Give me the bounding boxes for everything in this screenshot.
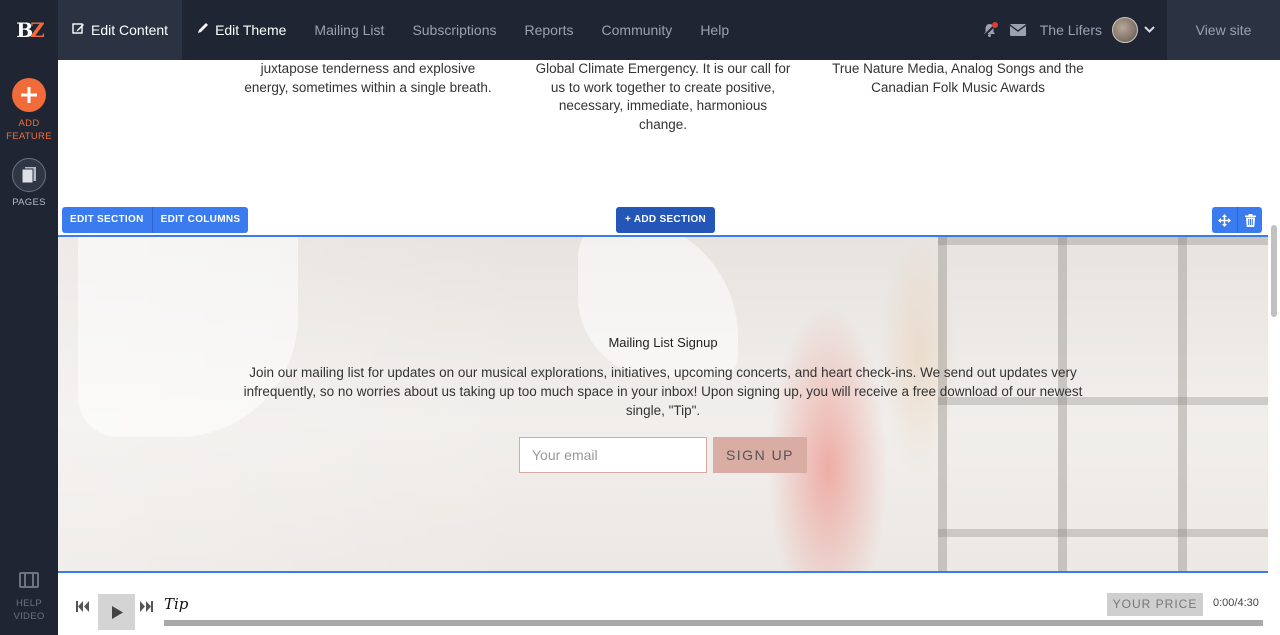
- edit-columns-button[interactable]: EDIT COLUMNS: [151, 207, 249, 233]
- left-sidebar: ADD FEATURE PAGES HELP VIDEO: [0, 60, 58, 635]
- add-feature-button[interactable]: [12, 78, 46, 112]
- audio-player: Tip YOUR PRICE 0:00/4:30: [58, 573, 1268, 635]
- add-feature-label[interactable]: ADD FEATURE: [0, 117, 58, 143]
- film-icon[interactable]: [19, 572, 39, 588]
- track-progress-bar[interactable]: [164, 620, 1263, 626]
- bz-logo[interactable]: BZ: [0, 0, 58, 60]
- column-text-1: juxtapose tenderness and explosive energ…: [244, 61, 492, 95]
- skip-next-icon[interactable]: [140, 600, 153, 615]
- pages-button[interactable]: [12, 158, 46, 192]
- logo-letter-b: B: [16, 18, 33, 42]
- edit-section-button[interactable]: EDIT SECTION: [62, 207, 152, 233]
- top-right-tools: The Lifers View site: [976, 0, 1280, 60]
- user-name[interactable]: The Lifers: [1032, 22, 1112, 38]
- edit-icon: [72, 22, 85, 38]
- pages-label[interactable]: PAGES: [0, 196, 58, 209]
- nav-subscriptions[interactable]: Subscriptions: [398, 0, 510, 60]
- column-text-2: Global Climate Emergency. It is our call…: [535, 61, 791, 132]
- chevron-down-icon[interactable]: [1144, 24, 1155, 36]
- page-editor-content: juxtapose tenderness and explosive energ…: [58, 60, 1268, 635]
- nav-community[interactable]: Community: [588, 0, 687, 60]
- play-icon: [111, 605, 123, 619]
- view-site-button[interactable]: View site: [1167, 0, 1280, 60]
- pages-icon: [21, 167, 36, 184]
- email-input[interactable]: [519, 437, 707, 473]
- nav-mailing-list[interactable]: Mailing List: [300, 0, 398, 60]
- track-time: 0:00/4:30: [1213, 597, 1259, 609]
- play-button[interactable]: [98, 594, 135, 630]
- page-scrollbar[interactable]: [1268, 60, 1280, 635]
- top-navigation-bar: BZ Edit Content Edit Theme Mailing List …: [0, 0, 1280, 60]
- window-frame: [938, 529, 1268, 537]
- sign-up-button[interactable]: SIGN UP: [713, 437, 807, 473]
- mailing-list-section: Mailing List Signup Join our mailing lis…: [58, 235, 1268, 573]
- add-section-button[interactable]: + ADD SECTION: [616, 207, 716, 233]
- mailing-list-title: Mailing List Signup: [608, 335, 718, 350]
- delete-section-trash-icon[interactable]: [1237, 207, 1262, 233]
- track-title: Tip: [164, 595, 189, 613]
- your-price-button[interactable]: YOUR PRICE: [1107, 593, 1203, 616]
- skip-previous-icon[interactable]: [76, 600, 89, 615]
- background-curtain: [578, 237, 738, 377]
- logo-letter-z: Z: [30, 18, 45, 42]
- messages-envelope-icon[interactable]: [1004, 0, 1032, 60]
- nav-reports[interactable]: Reports: [510, 0, 587, 60]
- window-frame: [938, 237, 1268, 245]
- nav-edit-content-label: Edit Content: [91, 22, 169, 38]
- nav-edit-theme[interactable]: Edit Theme: [182, 0, 300, 60]
- notification-dot: [991, 22, 998, 28]
- move-section-icon[interactable]: [1212, 207, 1237, 233]
- brush-icon: [196, 22, 209, 38]
- user-avatar[interactable]: [1112, 17, 1138, 43]
- scrollbar-thumb[interactable]: [1271, 225, 1277, 317]
- help-video-label[interactable]: HELP VIDEO: [0, 597, 58, 623]
- nav-help[interactable]: Help: [686, 0, 743, 60]
- column-text-3: True Nature Media, Analog Songs and the …: [832, 61, 1084, 95]
- notifications-bell-icon[interactable]: [976, 0, 1004, 60]
- section-corner-tools: [1212, 207, 1262, 233]
- nav-edit-content[interactable]: Edit Content: [58, 0, 183, 60]
- mailing-list-description: Join our mailing list for updates on our…: [243, 365, 1083, 418]
- section-toolbar: EDIT SECTION EDIT COLUMNS: [62, 207, 249, 233]
- nav-edit-theme-label: Edit Theme: [215, 22, 287, 38]
